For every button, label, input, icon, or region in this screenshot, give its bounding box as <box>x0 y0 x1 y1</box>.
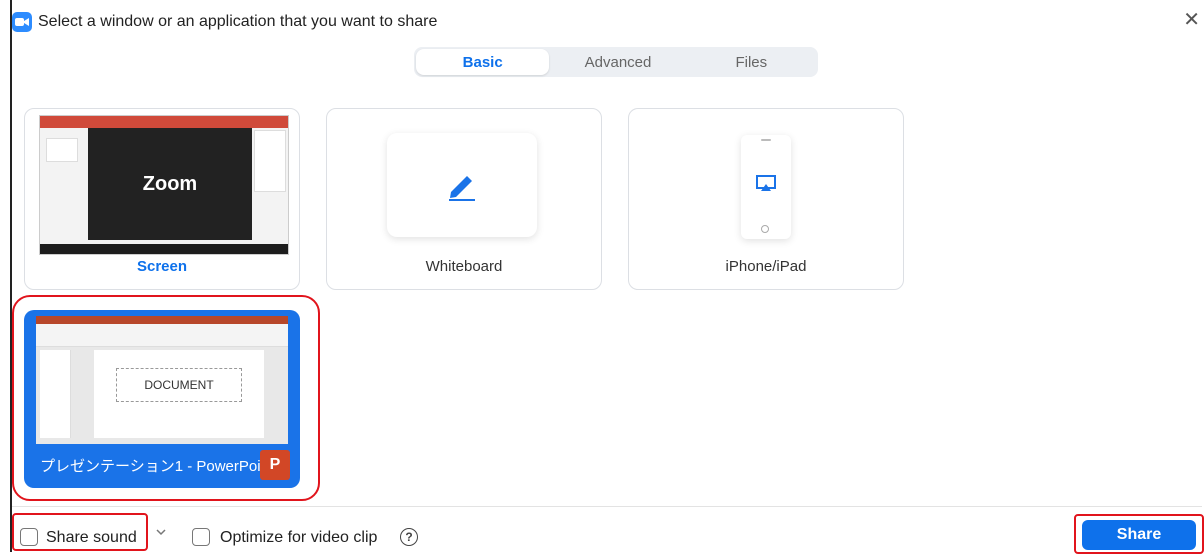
iphone-label: iPhone/iPad <box>725 258 807 275</box>
bottom-bar <box>12 506 1202 553</box>
airplay-icon <box>756 175 776 191</box>
tab-files[interactable]: Files <box>685 47 818 77</box>
thumb-toolbar <box>36 324 288 347</box>
phone-speaker <box>761 139 771 141</box>
screen-label: Screen <box>136 258 188 275</box>
optimize-video-label[interactable]: Optimize for video clip <box>220 529 377 547</box>
zoom-camera-icon <box>12 12 32 32</box>
share-tabs: Basic Advanced Files <box>414 47 818 77</box>
powerpoint-label: プレゼンテーション1 - PowerPoint <box>40 458 274 475</box>
thumb-panel <box>254 130 286 192</box>
screen-thumbnail: Zoom <box>39 115 289 255</box>
share-option-screen[interactable]: Zoom Screen <box>24 108 300 290</box>
share-option-whiteboard[interactable]: Whiteboard <box>326 108 602 290</box>
thumb-slide: DOCUMENT <box>94 350 264 438</box>
thumb-ribbon <box>40 116 288 128</box>
optimize-video-checkbox[interactable] <box>192 528 210 546</box>
phone-graphic <box>741 135 791 239</box>
thumb-ribbon <box>36 316 288 324</box>
whiteboard-tile <box>387 133 537 237</box>
share-option-powerpoint[interactable]: DOCUMENT プレゼンテーション1 - PowerPoint P <box>24 310 300 488</box>
document-placeholder: DOCUMENT <box>116 368 242 402</box>
close-icon[interactable]: ✕ <box>1183 10 1200 30</box>
pen-icon <box>449 176 475 201</box>
share-sound-checkbox[interactable] <box>20 528 38 546</box>
chevron-down-icon[interactable] <box>156 527 166 537</box>
share-option-iphone[interactable]: iPhone/iPad <box>628 108 904 290</box>
powerpoint-logo-icon: P <box>260 450 290 480</box>
tab-basic[interactable]: Basic <box>416 49 550 75</box>
title-bar: Select a window or an application that y… <box>12 8 437 36</box>
thumb-slide-pane <box>40 350 71 438</box>
share-button[interactable]: Share <box>1082 520 1196 550</box>
window-title: Select a window or an application that y… <box>38 13 438 30</box>
help-icon[interactable]: ? <box>400 528 418 546</box>
thumb-taskbar <box>40 244 288 254</box>
phone-home-button <box>761 225 769 233</box>
whiteboard-label: Whiteboard <box>425 258 503 275</box>
screen-thumb-title: Zoom <box>88 128 252 240</box>
share-sound-label[interactable]: Share sound <box>46 529 137 547</box>
thumb-sidebar <box>46 138 78 162</box>
tab-advanced[interactable]: Advanced <box>551 47 684 77</box>
powerpoint-thumbnail: DOCUMENT <box>36 316 288 444</box>
